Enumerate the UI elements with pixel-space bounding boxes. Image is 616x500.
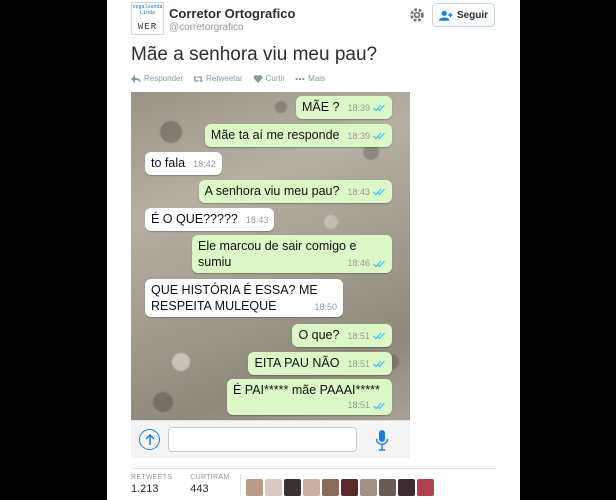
message-bubble: É O QUE????? 18:43 [145, 208, 275, 231]
likes-stat[interactable]: CURTIRAM 443 [190, 474, 229, 495]
message-text: QUE HISTÓRIA É ESSA? ME [151, 283, 318, 297]
message-text: MÃE ? [301, 100, 340, 114]
message-bubble: to fala 18:42 [145, 152, 222, 175]
tweet-actions: Responder Retweetar Curtir Mais [131, 74, 325, 83]
like-button[interactable]: Curtir [253, 74, 286, 83]
arrow-up-icon [144, 433, 155, 445]
more-button[interactable]: Mais [295, 74, 325, 83]
like-label: Curtir [265, 74, 286, 83]
avatar[interactable] [398, 479, 415, 496]
avatar[interactable] [322, 479, 339, 496]
retweets-label: RETWEETS [131, 474, 173, 481]
message-time: 18:51 [347, 400, 370, 410]
more-label: Mais [308, 74, 326, 83]
double-check-icon [373, 104, 385, 112]
message-time: 18:51 [347, 359, 370, 369]
liker-avatars [246, 479, 434, 496]
heart-icon [253, 74, 262, 83]
message-text: Ele marcou de sair comigo e [198, 239, 357, 253]
account-handle[interactable]: @corretorgrafico [169, 22, 244, 33]
account-name[interactable]: Corretor Ortografico [169, 6, 295, 21]
message-text: É O QUE????? [151, 212, 238, 226]
upload-button[interactable] [139, 429, 160, 450]
message-time: 18:39 [347, 103, 370, 113]
avatar[interactable] [303, 479, 320, 496]
message-time: 18:51 [347, 331, 370, 341]
message-time: 18:42 [193, 159, 216, 169]
message-bubble: Mãe ta aí me responde 18:39 [204, 124, 392, 147]
add-user-icon [438, 10, 453, 21]
message-bubble: Ele marcou de sair comigo e sumiu 18:46 [192, 235, 392, 273]
divider [131, 468, 496, 469]
gear-icon[interactable] [408, 6, 426, 24]
message-bubble: MÃE ? 18:39 [295, 96, 392, 119]
tweet-stats: RETWEETS 1.213 CURTIRAM 443 [131, 474, 230, 495]
message-bubble: É PAI***** mãe PAAAI***** 18:51 [227, 379, 392, 415]
message-text: É PAI***** mãe PAAAI***** [233, 383, 380, 397]
double-check-icon [373, 260, 385, 268]
message-time: 18:43 [245, 215, 269, 225]
reply-icon [131, 74, 141, 83]
double-check-icon [373, 402, 385, 410]
chat-composer [131, 420, 410, 458]
message-text: O que? [298, 328, 340, 342]
double-check-icon [373, 360, 385, 368]
message-bubble: A senhora viu meu pau? 18:43 [198, 180, 392, 203]
message-text-line2: RESPEITA MULEQUE [151, 299, 277, 313]
message-time: 18:50 [314, 302, 337, 312]
follow-button[interactable]: Seguir [432, 3, 495, 27]
message-time: 18:43 [347, 187, 370, 197]
avatar[interactable] [360, 479, 377, 496]
avatar[interactable] [341, 479, 358, 496]
avatar[interactable] [379, 479, 396, 496]
avatar[interactable] [284, 479, 301, 496]
avatar[interactable] [246, 479, 263, 496]
message-text: Mãe ta aí me responde [210, 128, 340, 142]
avatar[interactable] [417, 479, 434, 496]
double-check-icon [373, 132, 385, 140]
chat-screenshot: MÃE ? 18:39 Mãe ta aí me responde 18:39 to… [131, 92, 410, 420]
retweet-label: Retweetar [206, 74, 243, 83]
retweets-count: 1.213 [131, 483, 159, 495]
message-bubble: EITA PAU NÃO 18:51 [248, 352, 392, 375]
message-time: 18:46 [347, 258, 370, 268]
message-bubble: O que? 18:51 [292, 324, 392, 347]
avatar-keys: WER [137, 22, 158, 32]
reply-label: Responder [144, 74, 184, 83]
double-check-icon [373, 332, 385, 340]
follow-label: Seguir [456, 9, 489, 21]
likes-label: CURTIRAM [190, 474, 230, 481]
retweets-stat[interactable]: RETWEETS 1.213 [131, 474, 172, 495]
tweet-text: Mãe a senhora viu meu pau? [131, 44, 378, 65]
double-check-icon [373, 188, 385, 196]
reply-button[interactable]: Responder [131, 74, 183, 83]
likes-count: 443 [190, 483, 209, 495]
more-icon [295, 77, 305, 80]
message-text: A senhora viu meu pau? [204, 184, 340, 198]
message-time: 18:39 [347, 131, 370, 141]
avatar-line1: Vegalounda [132, 4, 163, 10]
message-bubble: QUE HISTÓRIA É ESSA? ME RESPEITA MULEQUE… [145, 279, 343, 317]
avatar[interactable]: Vegalounda Linda WER [131, 2, 164, 35]
message-input[interactable] [168, 427, 357, 452]
avatar-line2: Linda [139, 10, 155, 16]
retweet-button[interactable]: Retweetar [193, 74, 243, 83]
retweet-icon [193, 75, 204, 82]
message-text: EITA PAU NÃO [254, 356, 340, 370]
message-text: to fala [151, 156, 186, 170]
stats-separator [240, 474, 241, 496]
microphone-icon[interactable] [375, 429, 389, 451]
avatar[interactable] [265, 479, 282, 496]
